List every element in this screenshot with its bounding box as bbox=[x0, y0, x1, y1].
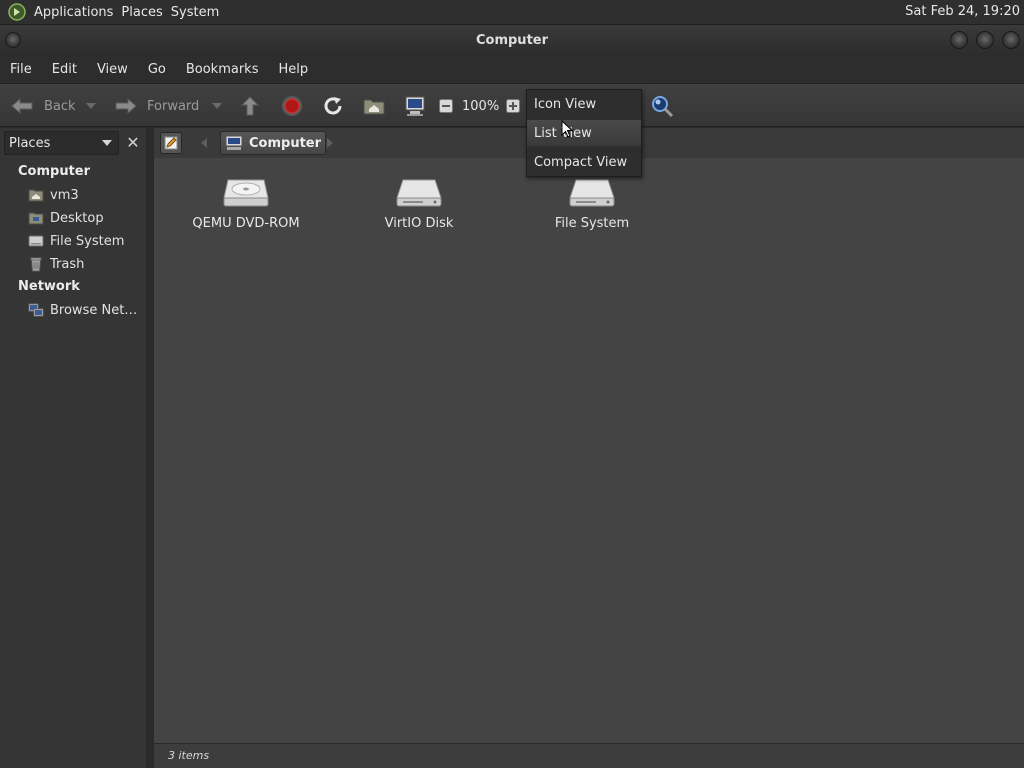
computer-icon bbox=[225, 135, 243, 150]
close-window-button[interactable] bbox=[1002, 31, 1020, 49]
menu-view[interactable]: View bbox=[87, 62, 138, 77]
item-file-system[interactable]: File System bbox=[517, 174, 667, 231]
forward-arrow-icon bbox=[115, 97, 137, 115]
sidebar: Places ✕ Computer vm3 Desktop File Syste… bbox=[0, 128, 150, 768]
desktop-folder-icon bbox=[28, 212, 44, 225]
toolbar: Back Forward 100% bbox=[0, 83, 1024, 127]
menu-bar: File Edit View Go Bookmarks Help bbox=[0, 55, 1024, 83]
zoom-in-icon bbox=[506, 99, 520, 113]
optical-drive-icon bbox=[223, 179, 269, 207]
view-option-list-view[interactable]: List View bbox=[527, 120, 641, 146]
menu-help[interactable]: Help bbox=[268, 62, 318, 77]
breadcrumb-computer[interactable]: Computer bbox=[220, 131, 327, 155]
mouse-cursor-icon bbox=[561, 120, 573, 138]
drive-icon bbox=[28, 235, 44, 247]
forward-label: Forward bbox=[147, 98, 200, 114]
sidebar-heading-network: Network bbox=[18, 279, 80, 294]
sidebar-item-browse-network[interactable]: Browse Net… bbox=[28, 300, 137, 320]
path-scroll-right-button[interactable] bbox=[326, 137, 334, 152]
close-icon: ✕ bbox=[126, 133, 140, 152]
view-option-compact-view[interactable]: Compact View bbox=[527, 149, 641, 175]
sidebar-item-label: Desktop bbox=[50, 210, 104, 226]
zoom-in-button[interactable] bbox=[506, 84, 520, 128]
reload-button[interactable] bbox=[322, 84, 344, 128]
sidebar-item-vm3[interactable]: vm3 bbox=[28, 185, 79, 205]
close-sidebar-button[interactable]: ✕ bbox=[123, 132, 143, 154]
file-view[interactable]: QEMU DVD-ROM VirtIO Disk File System bbox=[154, 158, 1024, 743]
back-label: Back bbox=[44, 98, 76, 114]
home-folder-icon bbox=[28, 189, 44, 202]
forward-button[interactable]: Forward bbox=[114, 84, 199, 128]
item-label: File System bbox=[554, 216, 630, 231]
sidebar-item-file-system[interactable]: File System bbox=[28, 231, 124, 251]
back-button[interactable]: Back bbox=[10, 84, 76, 128]
item-label: VirtIO Disk bbox=[384, 216, 454, 231]
network-icon bbox=[28, 303, 44, 317]
window-title: Computer bbox=[475, 32, 549, 48]
computer-icon bbox=[405, 96, 425, 116]
panel-menu-system[interactable]: System bbox=[171, 5, 227, 20]
menu-edit[interactable]: Edit bbox=[42, 62, 87, 77]
chevron-down-icon bbox=[212, 103, 222, 109]
status-bar: 3 items bbox=[154, 743, 1024, 768]
edit-location-icon bbox=[164, 136, 178, 150]
sidebar-pane-selector[interactable]: Places bbox=[4, 131, 119, 155]
item-label: QEMU DVD-ROM bbox=[192, 216, 300, 231]
computer-button[interactable] bbox=[404, 84, 426, 128]
minimize-button[interactable] bbox=[950, 31, 968, 49]
distro-logo-icon[interactable] bbox=[8, 3, 26, 21]
item-qemu-dvd-rom[interactable]: QEMU DVD-ROM bbox=[171, 174, 321, 231]
status-item-count: 3 items bbox=[168, 749, 210, 762]
sidebar-item-trash[interactable]: Trash bbox=[28, 254, 84, 274]
stop-button[interactable] bbox=[281, 84, 303, 128]
home-folder-icon bbox=[363, 99, 385, 115]
search-button[interactable] bbox=[650, 84, 674, 128]
stop-icon bbox=[282, 96, 302, 116]
chevron-down-icon bbox=[86, 103, 96, 109]
chevron-right-icon bbox=[327, 138, 333, 148]
back-history-dropdown[interactable] bbox=[86, 84, 96, 128]
menu-file[interactable]: File bbox=[0, 62, 42, 77]
sidebar-pane-label: Places bbox=[9, 135, 51, 151]
path-scroll-left-button[interactable] bbox=[200, 137, 208, 152]
forward-history-dropdown[interactable] bbox=[212, 84, 222, 128]
chevron-left-icon bbox=[201, 138, 207, 148]
view-option-icon-view[interactable]: Icon View bbox=[527, 91, 641, 117]
toggle-location-entry-button[interactable] bbox=[160, 132, 182, 154]
search-icon bbox=[652, 96, 674, 118]
sidebar-item-label: File System bbox=[50, 233, 125, 249]
view-option-label: Compact View bbox=[534, 154, 628, 170]
sidebar-item-label: Trash bbox=[50, 256, 85, 272]
trash-icon bbox=[30, 257, 42, 272]
window-menu-button[interactable] bbox=[5, 32, 21, 48]
item-virtio-disk[interactable]: VirtIO Disk bbox=[344, 174, 494, 231]
sidebar-item-label: vm3 bbox=[50, 187, 79, 203]
window-title-bar[interactable]: Computer bbox=[0, 25, 1024, 55]
hard-disk-icon bbox=[569, 179, 615, 207]
view-option-label: Icon View bbox=[534, 96, 597, 112]
panel-clock[interactable]: Sat Feb 24, 19:20 bbox=[905, 4, 1020, 19]
up-arrow-icon bbox=[240, 96, 260, 116]
back-arrow-icon bbox=[11, 97, 33, 115]
reload-icon bbox=[324, 97, 342, 115]
view-mode-dropdown: Icon View List View Compact View bbox=[526, 89, 642, 177]
hard-disk-icon bbox=[396, 179, 442, 207]
menu-go[interactable]: Go bbox=[138, 62, 176, 77]
top-panel: Applications Places System Sat Feb 24, 1… bbox=[0, 0, 1024, 25]
sidebar-item-desktop[interactable]: Desktop bbox=[28, 208, 104, 228]
sidebar-item-label: Browse Net… bbox=[50, 302, 138, 318]
menu-bookmarks[interactable]: Bookmarks bbox=[176, 62, 269, 77]
up-button[interactable] bbox=[240, 84, 260, 128]
zoom-level[interactable]: 100% bbox=[462, 84, 499, 128]
breadcrumb-label: Computer bbox=[249, 135, 322, 151]
zoom-out-button[interactable] bbox=[439, 84, 453, 128]
zoom-out-icon bbox=[439, 99, 453, 113]
home-button[interactable] bbox=[363, 84, 385, 128]
maximize-button[interactable] bbox=[976, 31, 994, 49]
panel-menu-places[interactable]: Places bbox=[121, 5, 170, 20]
chevron-down-icon bbox=[102, 140, 112, 146]
sidebar-heading-computer: Computer bbox=[18, 164, 91, 179]
panel-menu-applications[interactable]: Applications bbox=[34, 5, 121, 20]
